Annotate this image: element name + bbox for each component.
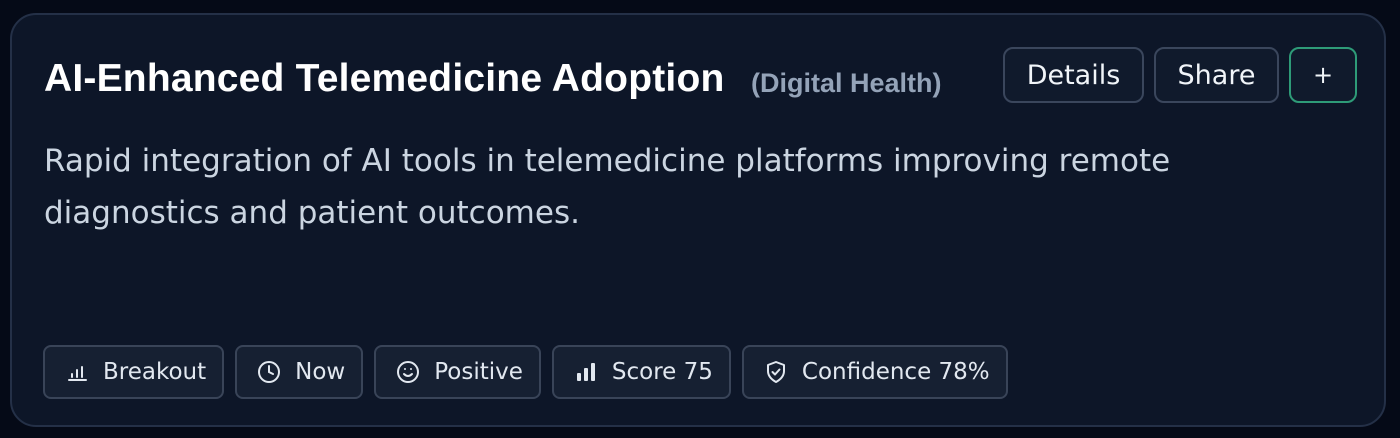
tag-label: Score 75 bbox=[611, 359, 713, 385]
trend-title: AI-Enhanced Telemedicine Adoption bbox=[44, 57, 725, 100]
bar-chart-icon bbox=[65, 360, 89, 384]
signal-bars-icon bbox=[574, 360, 598, 384]
tag-label: Positive bbox=[434, 359, 523, 385]
tag-confidence: Confidence 78% bbox=[741, 345, 1008, 399]
trend-card: AI-Enhanced Telemedicine Adoption (Digit… bbox=[10, 13, 1386, 427]
share-button[interactable]: Share bbox=[1154, 47, 1279, 103]
tag-score: Score 75 bbox=[551, 345, 731, 399]
tag-timing: Now bbox=[235, 345, 364, 399]
tag-sentiment: Positive bbox=[374, 345, 541, 399]
add-button[interactable]: + bbox=[1289, 47, 1357, 103]
tag-list: Breakout Now Positive Score 75 Confidenc… bbox=[43, 345, 1008, 399]
clock-icon bbox=[257, 360, 281, 384]
smiley-icon bbox=[396, 360, 420, 384]
trend-description: Rapid integration of AI tools in telemed… bbox=[44, 143, 1171, 231]
tag-label: Breakout bbox=[103, 359, 207, 385]
trend-category: (Digital Health) bbox=[751, 68, 942, 98]
details-button[interactable]: Details bbox=[1003, 47, 1144, 103]
tag-breakout: Breakout bbox=[43, 345, 225, 399]
shield-check-icon bbox=[764, 360, 788, 384]
tag-label: Now bbox=[295, 359, 346, 385]
tag-label: Confidence 78% bbox=[801, 359, 990, 385]
